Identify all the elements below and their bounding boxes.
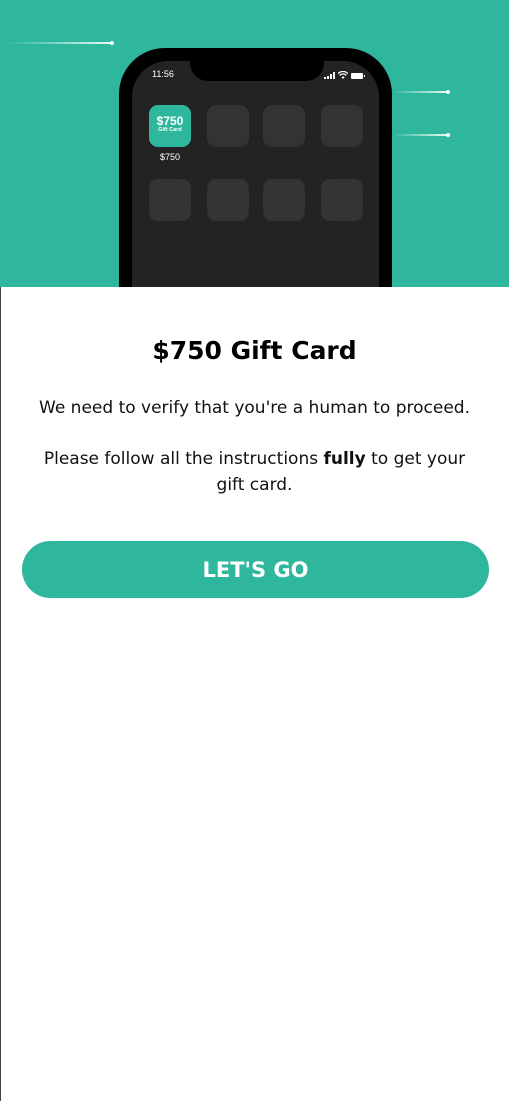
- battery-icon: [351, 73, 365, 79]
- phone-mockup: 11:56 $750 Gift Card $750: [119, 48, 392, 287]
- verify-text: We need to verify that you're a human to…: [39, 398, 470, 418]
- app-icon-placeholder: [149, 179, 191, 221]
- status-icons: [324, 70, 365, 79]
- app-icon-placeholder: [321, 179, 363, 221]
- light-streak: [392, 90, 450, 94]
- gift-card-subtitle: Gift Card: [158, 127, 182, 133]
- gift-card-app-icon: $750 Gift Card: [149, 105, 191, 147]
- instructions-text-emphasis: fully: [323, 449, 366, 469]
- signal-icon: [324, 72, 335, 79]
- light-streak: [392, 133, 450, 137]
- page-title: $750 Gift Card: [152, 336, 357, 365]
- app-icon-placeholder: [207, 105, 249, 147]
- app-icon-placeholder: [321, 105, 363, 147]
- gift-card-app-label: $750: [159, 152, 181, 162]
- app-icon-placeholder: [263, 179, 305, 221]
- app-icon-placeholder: [207, 179, 249, 221]
- gift-card-amount: $750: [156, 114, 184, 128]
- phone-screen: 11:56 $750 Gift Card $750: [132, 61, 379, 287]
- light-streak: [8, 41, 114, 45]
- phone-notch: [190, 61, 324, 81]
- lets-go-button[interactable]: LET'S GO: [22, 541, 489, 598]
- wifi-icon: [338, 71, 348, 79]
- instructions-text-start: Please follow all the instructions: [43, 449, 324, 469]
- app-icon-placeholder: [263, 105, 305, 147]
- hero-banner: 11:56 $750 Gift Card $750: [0, 0, 509, 287]
- instructions-text: Please follow all the instructions fully…: [30, 446, 479, 498]
- status-time: 11:56: [152, 69, 174, 79]
- left-border: [0, 287, 1, 1101]
